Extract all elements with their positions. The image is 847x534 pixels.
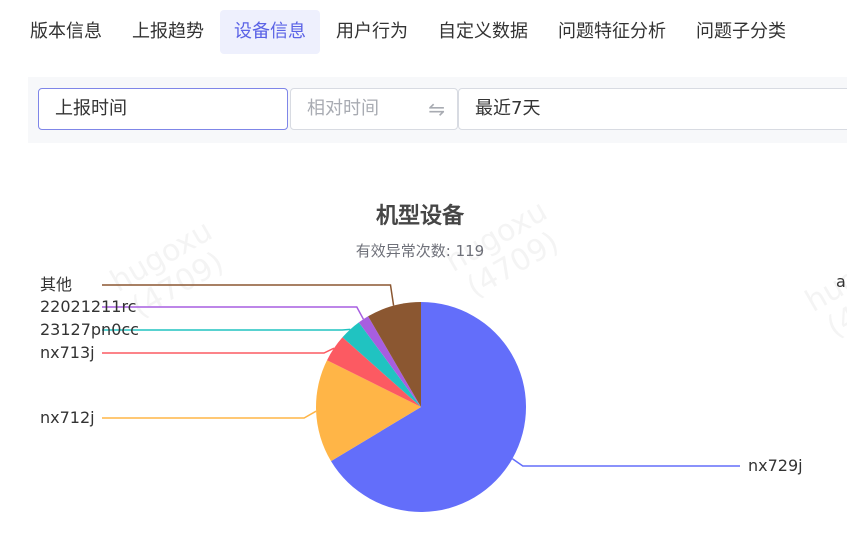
- pie-label: 23127pn0cc: [40, 320, 139, 339]
- tab-issue-feature-analysis[interactable]: 问题特征分析: [544, 10, 680, 54]
- pie-leader-line: [102, 306, 365, 320]
- pie-leader-line: [102, 284, 395, 306]
- filter-bar: 上报时间 相对时间 ⇋ 最近7天: [28, 77, 847, 143]
- tab-report-trend[interactable]: 上报趋势: [118, 10, 218, 54]
- swap-icon[interactable]: ⇋: [428, 89, 445, 129]
- pie-leader-line: [102, 328, 351, 331]
- pie-chart: nx729j nx712j nx713j 23127pn0cc 22021211rc 其他…: [40, 272, 846, 512]
- tab-custom-data[interactable]: 自定义数据: [424, 10, 542, 54]
- pie-leader-line: [102, 410, 317, 419]
- time-mode-select[interactable]: 相对时间 ⇋: [290, 88, 458, 130]
- pie-label-cutoff: a: [836, 272, 846, 291]
- device-model-chart: hugoxu (4709) hugoxu (4709) hugoxu (4709…: [0, 150, 847, 534]
- tab-issue-subcategory[interactable]: 问题子分类: [682, 10, 800, 54]
- tab-device-info[interactable]: 设备信息: [220, 10, 320, 54]
- pie-leader-line: [102, 347, 335, 354]
- pie-label: nx729j: [748, 456, 803, 475]
- time-range-select[interactable]: 最近7天: [458, 88, 847, 130]
- page-root: 版本信息 上报趋势 设备信息 用户行为 自定义数据 问题特征分析 问题子分类 上…: [0, 0, 847, 534]
- tab-version-info[interactable]: 版本信息: [16, 10, 116, 54]
- pie-label: nx712j: [40, 408, 95, 427]
- time-mode-placeholder: 相对时间: [307, 98, 379, 119]
- pie-label: 其他: [40, 275, 72, 294]
- tab-bar: 版本信息 上报趋势 设备信息 用户行为 自定义数据 问题特征分析 问题子分类: [0, 10, 847, 54]
- tab-user-behavior[interactable]: 用户行为: [322, 10, 422, 54]
- pie-leader-line: [511, 458, 740, 467]
- time-field-select[interactable]: 上报时间: [38, 88, 288, 130]
- pie-label: 22021211rc: [40, 297, 136, 316]
- pie-label: nx713j: [40, 343, 95, 362]
